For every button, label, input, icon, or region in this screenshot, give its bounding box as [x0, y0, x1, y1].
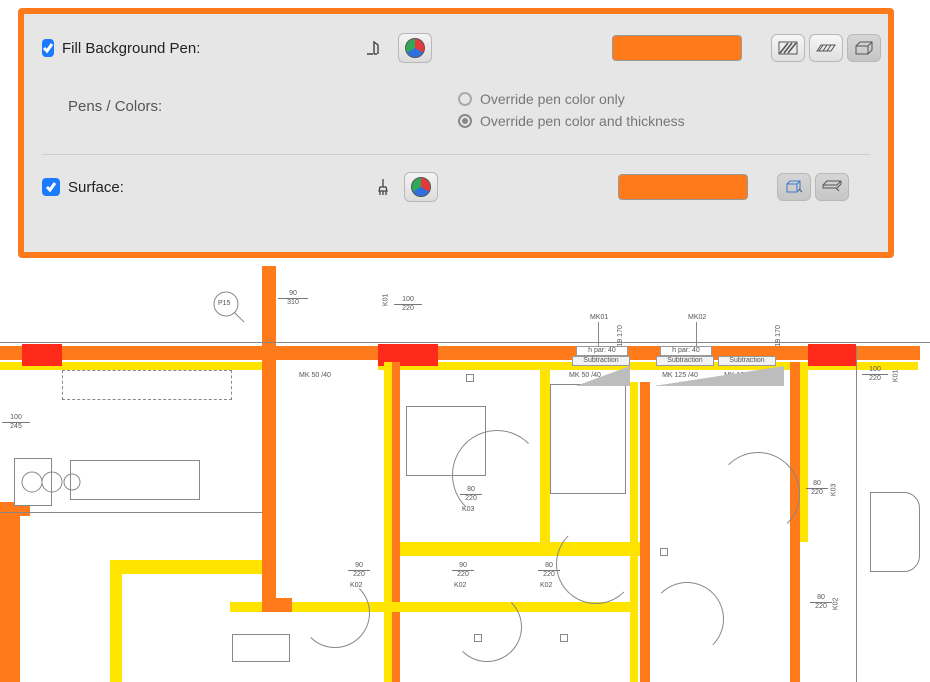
brush-icon[interactable]	[368, 172, 398, 202]
color-wheel-icon	[411, 177, 431, 197]
callout-label: P15	[218, 300, 230, 308]
pens-colors-label: Pens / Colors:	[68, 80, 368, 115]
pens-colors-row: Pens / Colors: Override pen color only O…	[42, 80, 870, 140]
door-id: K01	[892, 370, 900, 382]
hatch-3d-icon	[815, 41, 837, 55]
door-tag: 80220	[460, 486, 482, 502]
subtraction-label: Subtraction	[656, 356, 714, 366]
color-wheel-icon	[405, 38, 425, 58]
door-tag: 80220	[538, 562, 560, 578]
gap-dim: 19 170	[775, 325, 783, 347]
door-id: K03	[462, 506, 474, 514]
window-marker: MK02	[688, 314, 706, 322]
surface-apply-top-button[interactable]	[815, 173, 849, 201]
override-color-only-label: Override pen color only	[480, 91, 625, 107]
override-settings-panel: Fill Background Pen:	[18, 8, 894, 258]
surface-row: Surface:	[42, 165, 870, 209]
opening-dim: 100 245	[2, 414, 30, 430]
door-tag: 80220	[806, 480, 828, 496]
radio-icon	[458, 92, 472, 106]
box-3d-icon	[853, 40, 875, 56]
fill-background-pen-label: Fill Background Pen:	[62, 40, 362, 57]
opening-dim: 90 310	[278, 290, 308, 306]
hpar-label: h par: 40	[576, 346, 628, 356]
hatch-diagonal-button[interactable]	[771, 34, 805, 62]
door-tag: 90220	[452, 562, 474, 578]
window-marker: MK01	[590, 314, 608, 322]
door-id: K02	[350, 582, 362, 590]
override-color-thickness-label: Override pen color and thickness	[480, 113, 685, 129]
override-color-only-option[interactable]: Override pen color only	[458, 88, 685, 110]
surface-color-wheel-button[interactable]	[404, 172, 438, 202]
door-id: K02	[540, 582, 552, 590]
hpar-label: h par: 40	[660, 346, 712, 356]
hatch-icon	[778, 41, 798, 55]
gap-dim: 19 170	[617, 325, 625, 347]
radio-checked-icon	[458, 114, 472, 128]
door-id: K03	[830, 484, 838, 496]
floorplan-canvas: P15 90 310 100 245 100220 K01 MK01 MK02 …	[0, 262, 930, 682]
fill-bg-pen-color-swatch[interactable]	[612, 35, 742, 61]
door-tag: 80220	[810, 594, 832, 610]
door-id: K02	[454, 582, 466, 590]
subtraction-label: Subtraction	[718, 356, 776, 366]
door-tag: 100220	[862, 366, 888, 382]
hatch-3d-button[interactable]	[809, 34, 843, 62]
door-id: K02	[832, 598, 840, 610]
fill-background-pen-row: Fill Background Pen:	[42, 26, 870, 70]
surface-label: Surface:	[68, 179, 368, 196]
separator	[42, 154, 870, 155]
surface-color-swatch[interactable]	[618, 174, 748, 200]
override-color-thickness-option[interactable]: Override pen color and thickness	[458, 110, 685, 132]
door-tag: 100220	[394, 296, 422, 312]
hatch-box-button[interactable]	[847, 34, 881, 62]
fixture-icon	[18, 462, 88, 502]
fill-background-pen-checkbox[interactable]	[42, 39, 54, 57]
door-tag: 90220	[348, 562, 370, 578]
window-label: MK 50 /40	[290, 372, 340, 380]
subtraction-label: Subtraction	[572, 356, 630, 366]
pen-style-icon[interactable]	[362, 33, 392, 63]
door-id: K01	[382, 294, 390, 306]
fill-bg-pen-color-wheel-button[interactable]	[398, 33, 432, 63]
callout-icon	[212, 290, 252, 330]
box-brush-icon	[784, 179, 804, 195]
surface-apply-box-button[interactable]	[777, 173, 811, 201]
surface-top-icon	[821, 179, 843, 195]
surface-checkbox[interactable]	[42, 178, 60, 196]
